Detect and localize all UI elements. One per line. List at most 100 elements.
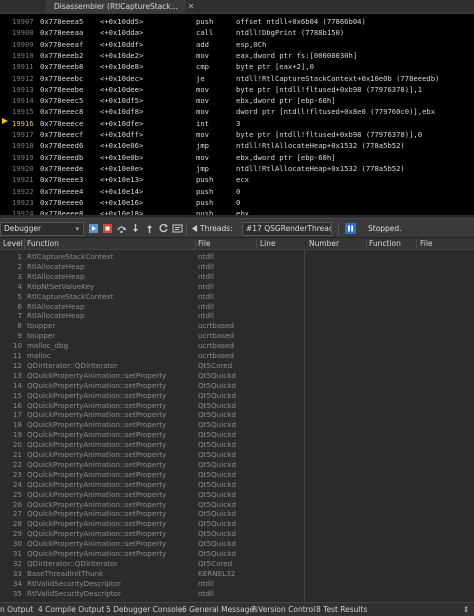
stack-frame-row[interactable]: 33 BaseThreadInitThunk KERNEL32 — [0, 569, 305, 579]
stack-frame-row[interactable]: 21 QQuickPropertyAnimation::setProperty Qt… — [0, 450, 305, 460]
instruction-row[interactable]: 19921 0x778eeee3 <+0x10e13> push ecx — [0, 174, 474, 185]
stack-frame-row[interactable]: 1 RtlCaptureStackContext ntdll — [0, 252, 305, 262]
column-divider[interactable] — [195, 238, 196, 250]
disassembler-tab[interactable]: Disassembler (RtlCaptureStack... — [46, 0, 186, 14]
stack-frame-row[interactable]: 9 toupper ucrtbased — [0, 331, 305, 341]
output-tab-test-results[interactable]: 8 Test Results — [316, 603, 367, 616]
stack-frame-row[interactable]: 34 RtlValidSecurityDescriptor ntdll — [0, 579, 305, 589]
stop-icon[interactable] — [102, 223, 113, 234]
output-tab-general-messages[interactable]: 6 General Messages — [182, 603, 258, 616]
stack-frame-row[interactable]: 13 QQuickPropertyAnimation::setProperty Qt… — [0, 371, 305, 381]
instruction-row[interactable]: 19920 0x778eeede <+0x10e0e> jmp ntdll!RtlAll… — [0, 163, 474, 174]
instruction-row[interactable]: 19922 0x778eeee4 <+0x10e14> push 0 — [0, 186, 474, 197]
column-divider[interactable] — [366, 238, 367, 250]
column-divider[interactable] — [24, 238, 25, 250]
stack-frame-row[interactable]: 7 RtlAllocateHeap ntdll — [0, 311, 305, 321]
continue-icon[interactable] — [88, 223, 99, 234]
output-tab-app-output[interactable]: n Output — [0, 603, 33, 616]
stack-frame-row[interactable]: 25 QQuickPropertyAnimation::setProperty Qt… — [0, 490, 305, 500]
output-tab-version-control[interactable]: 7 Version Control — [251, 603, 315, 616]
frame-level: 3 — [17, 271, 22, 281]
column-divider[interactable] — [256, 238, 257, 250]
line-number: 19920 — [12, 163, 34, 173]
frame-level: 19 — [12, 430, 22, 440]
stack-frame-row[interactable]: 22 QQuickPropertyAnimation::setProperty Qt… — [0, 460, 305, 470]
output-tab-compile-output[interactable]: 4 Compile Output — [38, 603, 104, 616]
stack-frame-row[interactable]: 19 QQuickPropertyAnimation::setProperty Qt… — [0, 430, 305, 440]
instruction-row[interactable]: 19907 0x778eeea5 <+0x10dd5> push offset ntdl… — [0, 16, 474, 27]
stack-frame-row[interactable]: 3 RtlAllocateHeap ntdll — [0, 272, 305, 282]
stack-frame-row[interactable]: 23 QQuickPropertyAnimation::setProperty Qt… — [0, 470, 305, 480]
stack-frame-row[interactable]: 5 RtlCaptureStackContext ntdll — [0, 292, 305, 302]
instruction-operands: offset ntdll+0x6b04 (77866b04) — [236, 17, 366, 26]
step-out-icon[interactable] — [144, 223, 155, 234]
instruction-row[interactable]: 19919 0x778eeedb <+0x10e0b> mov ebx,dword pt… — [0, 152, 474, 163]
restart-icon[interactable] — [158, 223, 169, 234]
stack-frame-row[interactable]: 29 QQuickPropertyAnimation::setProperty Qt… — [0, 529, 305, 539]
instruction-row[interactable]: 19912 0x778eeebc <+0x10dec> je ntdll!RtlCapt… — [0, 73, 474, 84]
stack-frame-row[interactable]: 18 QQuickPropertyAnimation::setProperty Qt… — [0, 420, 305, 430]
stack-frame-row[interactable]: 10 malloc_dbg ucrtbased — [0, 341, 305, 351]
stack-frame-row[interactable]: 35 RtlValidSecurityDescriptor ntdll — [0, 589, 305, 599]
stack-frame-row[interactable]: 8 toupper ucrtbased — [0, 321, 305, 331]
output-tab-debugger-console[interactable]: 5 Debugger Console — [106, 603, 182, 616]
instruction-mode-icon[interactable] — [172, 223, 183, 234]
instruction-mnemonic: je — [196, 73, 205, 83]
step-over-icon[interactable] — [116, 223, 127, 234]
frame-level: 25 — [12, 489, 22, 499]
instruction-address: 0x778eeece — [40, 118, 84, 128]
stack-frame-row[interactable]: 2 RtlAllocateHeap ntdll — [0, 262, 305, 272]
stack-frame-row[interactable]: 6 RtlAllocateHeap ntdll — [0, 302, 305, 312]
instruction-row[interactable]: 19914 0x778eeec5 <+0x10df5> mov ebx,dword pt… — [0, 95, 474, 106]
stack-frame-row[interactable]: 30 QQuickPropertyAnimation::setProperty Qt… — [0, 539, 305, 549]
disassembly-view[interactable]: 19907 0x778eeea5 <+0x10dd5> push offset ntdl… — [0, 14, 474, 215]
reverse-icon[interactable] — [189, 223, 200, 234]
instruction-row[interactable]: 19913 0x778eeebe <+0x10dee> mov byte ptr [nt… — [0, 84, 474, 95]
frame-file: Qt5Quickd — [198, 499, 236, 509]
frame-level: 9 — [17, 331, 22, 341]
close-icon[interactable]: ✕ — [185, 0, 197, 14]
frame-file: Qt5Quickd — [198, 380, 236, 390]
column-header-level[interactable]: Level — [3, 238, 23, 250]
instruction-row[interactable]: 19918 0x778eeed6 <+0x10e06> jmp ntdll!RtlAll… — [0, 140, 474, 151]
column-header-number[interactable]: Number — [309, 238, 339, 250]
stack-frame-row[interactable]: 32 QDirIterator::QDirIterator Qt5Cored — [0, 559, 305, 569]
stack-frame-row[interactable]: 16 QQuickPropertyAnimation::setProperty Qt… — [0, 401, 305, 411]
stack-frame-row[interactable]: 14 QQuickPropertyAnimation::setProperty Qt… — [0, 381, 305, 391]
frame-file: ucrtbased — [198, 331, 234, 341]
step-into-icon[interactable] — [130, 223, 141, 234]
column-header-function[interactable]: Function — [369, 238, 401, 250]
stack-frame-row[interactable]: 12 QDirIterator::QDirIterator Qt5Cored — [0, 361, 305, 371]
frame-file: Qt5Quickd — [198, 440, 236, 450]
stack-frame-row[interactable]: 26 QQuickPropertyAnimation::setProperty Qt… — [0, 500, 305, 510]
column-header-file[interactable]: File — [198, 238, 211, 250]
instruction-row[interactable]: 19924 0x778eeee8 <+0x10e18> push ebx — [0, 208, 474, 215]
debugger-select[interactable]: Debugger ▾ — [0, 222, 84, 236]
stack-frame-row[interactable]: 15 QQuickPropertyAnimation::setProperty Qt… — [0, 391, 305, 401]
instruction-offset: <+0x10de2> — [100, 50, 144, 60]
instruction-row[interactable]: 19917 0x778eeecf <+0x10dff> mov byte ptr [nt… — [0, 129, 474, 140]
stack-frame-row[interactable]: 20 QQuickPropertyAnimation::setProperty Qt… — [0, 440, 305, 450]
instruction-mnemonic: push — [196, 17, 214, 26]
column-header-function[interactable]: Function — [27, 238, 59, 250]
stack-frame-row[interactable]: 27 QQuickPropertyAnimation::setProperty Qt… — [0, 509, 305, 519]
stack-frame-row[interactable]: 31 QQuickPropertyAnimation::setProperty Qt… — [0, 549, 305, 559]
stack-frame-row[interactable]: 24 QQuickPropertyAnimation::setProperty Qt… — [0, 480, 305, 490]
current-instruction-row[interactable]: 19916 0x778eeece <+0x10dfe> int 3 — [0, 117, 474, 129]
stack-frame-row[interactable]: 11 malloc ucrtbased — [0, 351, 305, 361]
instruction-row[interactable]: 19910 0x778eeeb2 <+0x10de2> mov eax,dword pt… — [0, 50, 474, 61]
instruction-operands: ebx,dword ptr [ebp-60h] — [236, 96, 336, 106]
stack-frame-row[interactable]: 17 QQuickPropertyAnimation::setProperty Qt… — [0, 410, 305, 420]
instruction-row[interactable]: 19911 0x778eeeb8 <+0x10de8> cmp byte ptr [ea… — [0, 61, 474, 72]
instruction-row[interactable]: 19923 0x778eeee6 <+0x10e16> push 0 — [0, 197, 474, 208]
instruction-row[interactable]: 19915 0x778eeec8 <+0x10df8> mov dword ptr [n… — [0, 106, 474, 117]
instruction-row[interactable]: 19909 0x778eeeaf <+0x10ddf> add esp,0Ch — [0, 39, 474, 50]
toggle-output-icon[interactable]: ⇕ — [463, 603, 469, 616]
stack-frame-row[interactable]: 4 RtlpNtSetValueKey ntdll — [0, 282, 305, 292]
stack-frame-row[interactable]: 28 QQuickPropertyAnimation::setProperty Qt… — [0, 519, 305, 529]
threads-select[interactable]: #17 QSGRenderThread — [242, 222, 332, 236]
column-header-line[interactable]: Line — [260, 238, 276, 250]
instruction-row[interactable]: 19908 0x778eeeaa <+0x10dda> call ntdll!DbgPr… — [0, 27, 474, 38]
column-divider[interactable] — [416, 238, 417, 250]
column-header-file[interactable]: File — [420, 238, 433, 250]
